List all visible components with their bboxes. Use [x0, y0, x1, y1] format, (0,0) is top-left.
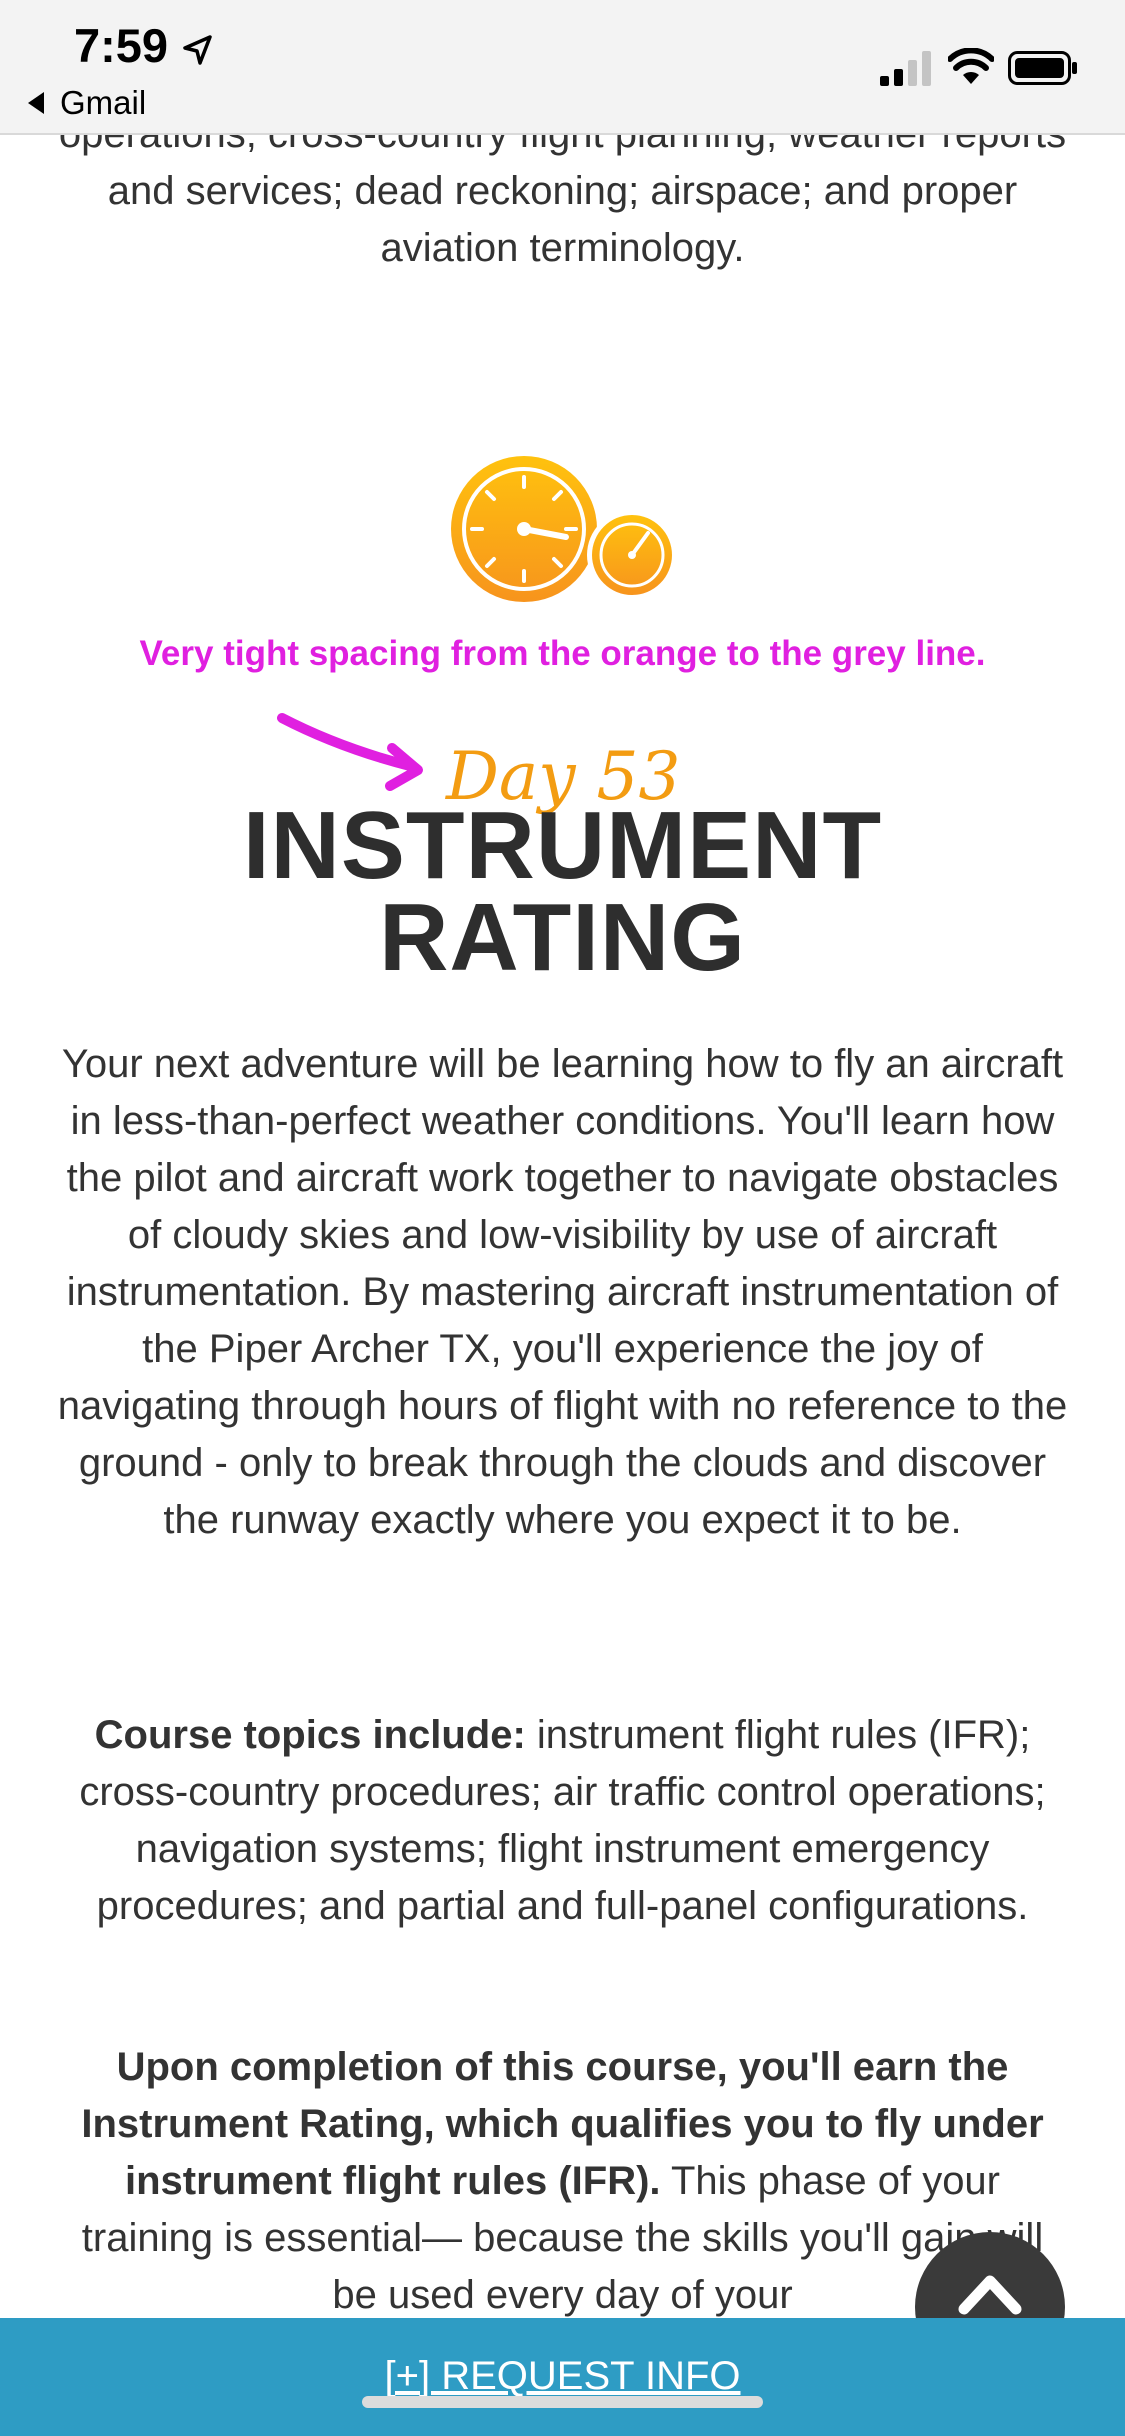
back-to-app-link[interactable]: Gmail [28, 84, 146, 122]
arrow-icon [277, 713, 423, 791]
previous-section-clip: operations; cross-country flight plannin… [0, 133, 1125, 308]
review-annotation: Very tight spacing from the orange to th… [139, 634, 986, 673]
previous-section-text: operations; cross-country flight plannin… [58, 133, 1067, 270]
battery-icon [1008, 51, 1077, 85]
clock: 7:59 [74, 19, 169, 72]
course-topics: Course topics include: instrument flight… [56, 1707, 1069, 1935]
cellular-signal-icon [880, 51, 931, 86]
section-title: INSTRUMENT RATING [0, 792, 1125, 991]
title-line-2: RATING [379, 884, 746, 991]
request-info-link[interactable]: [+] REQUEST INFO [0, 2354, 1125, 2399]
status-bar: 7:59 Gmail [0, 0, 1125, 135]
request-info-bar[interactable]: [+] REQUEST INFO [0, 2318, 1125, 2436]
title-line-1: INSTRUMENT [242, 792, 883, 899]
back-triangle-icon [28, 92, 44, 114]
topics-label: Course topics include: [94, 1713, 526, 1757]
chevron-up-icon [958, 2275, 1022, 2315]
course-description: Your next adventure will be learning how… [57, 1042, 1068, 1542]
home-indicator[interactable] [362, 2396, 763, 2408]
location-arrow-icon [183, 35, 212, 65]
wifi-icon [948, 48, 994, 84]
back-app-label: Gmail [60, 84, 147, 121]
completion-text: Upon completion of this course, you'll e… [56, 2039, 1069, 2324]
gauge-icon [451, 456, 677, 602]
